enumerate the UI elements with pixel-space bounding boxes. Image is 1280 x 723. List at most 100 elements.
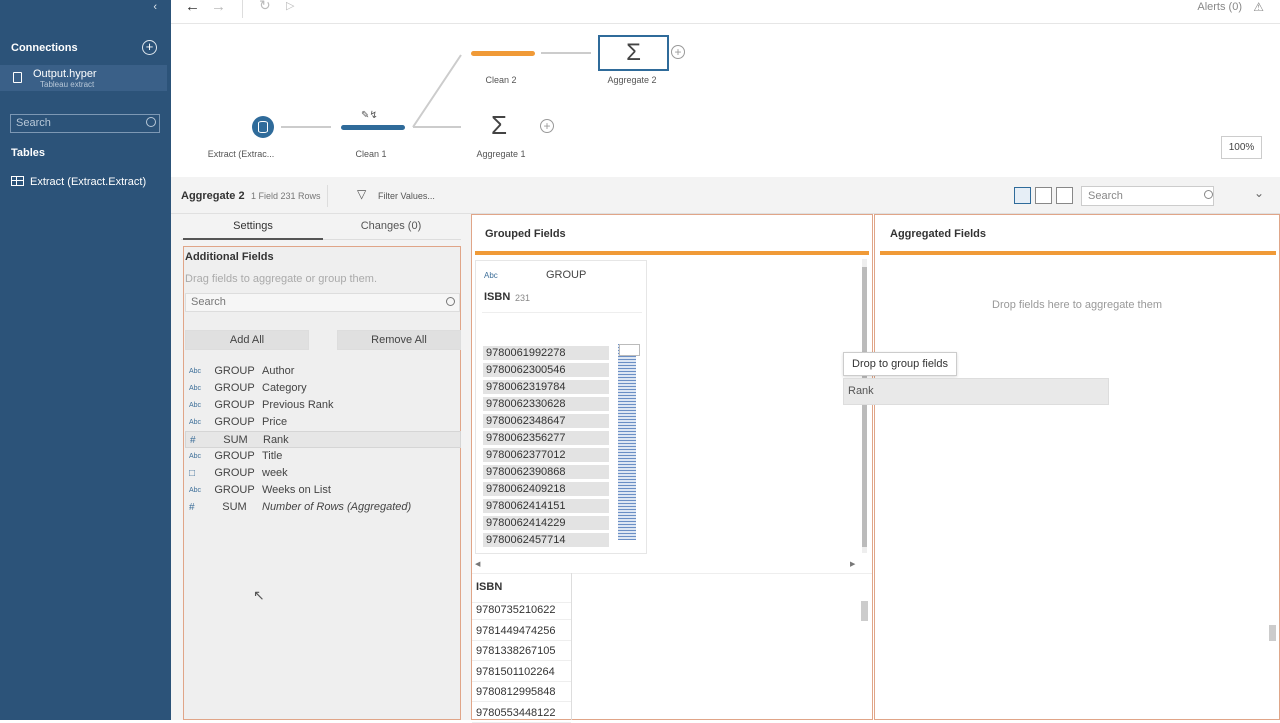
field-name: Category [262, 382, 307, 394]
tab-changes[interactable]: Changes (0) [321, 220, 461, 232]
node-label: Clean 2 [485, 75, 517, 85]
remove-all-button[interactable]: Remove All [337, 330, 461, 350]
histogram-bar[interactable] [618, 344, 636, 540]
string-type-icon: Abc [189, 402, 202, 409]
sidebar-search-input[interactable]: Search [10, 114, 160, 133]
add-all-button[interactable]: Add All [185, 330, 309, 350]
scrollbar[interactable] [1269, 625, 1276, 641]
clean2-node[interactable] [471, 51, 535, 56]
table-row[interactable]: 9781338267105 [472, 641, 571, 661]
value-item[interactable]: 9780062414151 [483, 499, 609, 513]
add-connection-button[interactable]: + [142, 40, 157, 55]
add-step-icon[interactable]: + [540, 119, 554, 133]
field-aggregation[interactable]: GROUP [207, 397, 262, 414]
fields-search-input[interactable]: Search [185, 293, 460, 312]
value-item[interactable]: 9780062330628 [483, 397, 609, 411]
card-aggregation[interactable]: GROUP [546, 269, 586, 281]
field-row[interactable]: Abc GROUP Category [185, 380, 461, 397]
aggregate1-sigma-icon[interactable]: Σ [491, 110, 507, 141]
value-item[interactable]: 9780062356277 [483, 431, 609, 445]
field-row[interactable]: Abc GROUP Price [185, 414, 461, 431]
string-type-icon: Abc [189, 453, 202, 460]
value-item[interactable]: 9780061992278 [483, 346, 609, 360]
run-icon[interactable]: ▷ [286, 0, 294, 12]
value-item[interactable]: 9780062377012 [483, 448, 609, 462]
alerts-link[interactable]: Alerts (0) [1197, 1, 1242, 13]
field-aggregation[interactable]: GROUP [207, 380, 262, 397]
grouped-fields-panel[interactable]: Grouped Fields Abc GROUP ISBN 231 978006… [471, 214, 873, 723]
number-type-icon: # [190, 435, 196, 446]
field-aggregation[interactable]: GROUP [207, 448, 262, 465]
value-item[interactable]: 9780062300546 [483, 363, 609, 377]
field-aggregation[interactable]: SUM [207, 499, 262, 516]
list-view-icon[interactable] [1056, 187, 1073, 204]
isbn-profile-card[interactable]: Abc GROUP ISBN 231 9780061992278 97800623… [475, 260, 647, 554]
field-aggregation[interactable]: SUM [208, 432, 263, 449]
field-aggregation[interactable]: GROUP [207, 465, 262, 482]
field-row[interactable]: # SUM Number of Rows (Aggregated) [185, 499, 461, 516]
forward-arrow-icon[interactable]: → [211, 0, 226, 15]
value-item[interactable]: 9780062409218 [483, 482, 609, 496]
drop-tooltip: Drop to group fields [843, 352, 957, 376]
field-row[interactable]: Abc GROUP Author [185, 363, 461, 380]
value-item[interactable]: 9780062457714 [483, 533, 609, 547]
field-row[interactable]: Abc GROUP Weeks on List [185, 482, 461, 499]
scroll-left-icon[interactable]: ◀ [475, 560, 480, 568]
filter-values-button[interactable]: Filter Values... [378, 191, 435, 201]
extract-node-icon[interactable] [252, 116, 274, 138]
back-arrow-icon[interactable]: ← [185, 0, 200, 15]
aggregated-drop-hint: Drop fields here to aggregate them [992, 299, 1162, 311]
field-name: Rank [263, 434, 289, 446]
search-icon [446, 297, 455, 306]
string-type-icon: Abc [189, 419, 202, 426]
scroll-thumb[interactable] [619, 344, 640, 356]
warning-icon[interactable]: ⚠ [1253, 0, 1264, 14]
field-row[interactable]: Abc GROUP Previous Rank [185, 397, 461, 414]
chevron-down-icon[interactable]: ⌄ [1254, 186, 1264, 200]
tab-settings[interactable]: Settings [183, 220, 323, 240]
step-title: Aggregate 2 [181, 190, 245, 202]
add-step-icon[interactable]: + [671, 45, 685, 59]
field-row[interactable]: □ GROUP week [185, 465, 461, 482]
grid-scrollbar[interactable] [861, 601, 868, 621]
step-meta: 1 Field 231 Rows [251, 191, 321, 201]
connection-item[interactable]: Output.hyper Tableau extract [0, 65, 167, 91]
table-row[interactable]: 9780812995848 [472, 682, 571, 702]
document-icon [13, 72, 22, 83]
panel-search-input[interactable]: Search [1081, 186, 1214, 206]
flow-canvas[interactable]: Extract (Extrac... ✎↯ Clean 1 Clean 2 Σ … [171, 24, 1280, 177]
node-label: Clean 1 [355, 149, 387, 159]
filter-icon[interactable]: ▽ [357, 187, 366, 201]
string-type-icon: Abc [484, 271, 498, 280]
additional-fields-box: Additional Fields Drag fields to aggrega… [183, 246, 461, 720]
divider [327, 185, 328, 207]
grid-view-icon[interactable] [1035, 187, 1052, 204]
value-item[interactable]: 9780062319784 [483, 380, 609, 394]
table-row[interactable]: 9781501102264 [472, 662, 571, 682]
table-row[interactable]: 9781449474256 [472, 621, 571, 641]
refresh-icon[interactable]: ↻ [259, 0, 271, 14]
field-name: week [262, 467, 288, 479]
collapse-sidebar-icon[interactable]: ‹ [153, 1, 157, 13]
profile-view-icon[interactable] [1014, 187, 1031, 204]
connection-name: Output.hyper [33, 68, 97, 80]
mouse-cursor-icon: ↖ [253, 587, 265, 603]
clean1-node[interactable] [341, 125, 405, 130]
zoom-level[interactable]: 100% [1221, 136, 1262, 159]
vertical-scrollbar[interactable] [862, 259, 867, 553]
field-row[interactable]: # SUM Rank [185, 431, 461, 448]
field-aggregation[interactable]: GROUP [207, 482, 262, 499]
field-aggregation[interactable]: GROUP [207, 414, 262, 431]
field-aggregation[interactable]: GROUP [207, 363, 262, 380]
dragged-field[interactable]: Rank [843, 378, 1109, 405]
field-row[interactable]: Abc GROUP Title [185, 448, 461, 465]
value-item[interactable]: 9780062348647 [483, 414, 609, 428]
toolbar-divider [242, 0, 243, 18]
scroll-right-icon[interactable]: ▶ [850, 560, 855, 568]
table-row[interactable]: 9780735210622 [472, 600, 571, 620]
value-item[interactable]: 9780062414229 [483, 516, 609, 530]
table-item[interactable]: Extract (Extract.Extract) [11, 176, 146, 188]
aggregate2-node[interactable]: Σ [598, 35, 669, 71]
aggregated-fields-panel[interactable]: Aggregated Fields Drop fields here to ag… [874, 214, 1280, 720]
value-item[interactable]: 9780062390868 [483, 465, 609, 479]
